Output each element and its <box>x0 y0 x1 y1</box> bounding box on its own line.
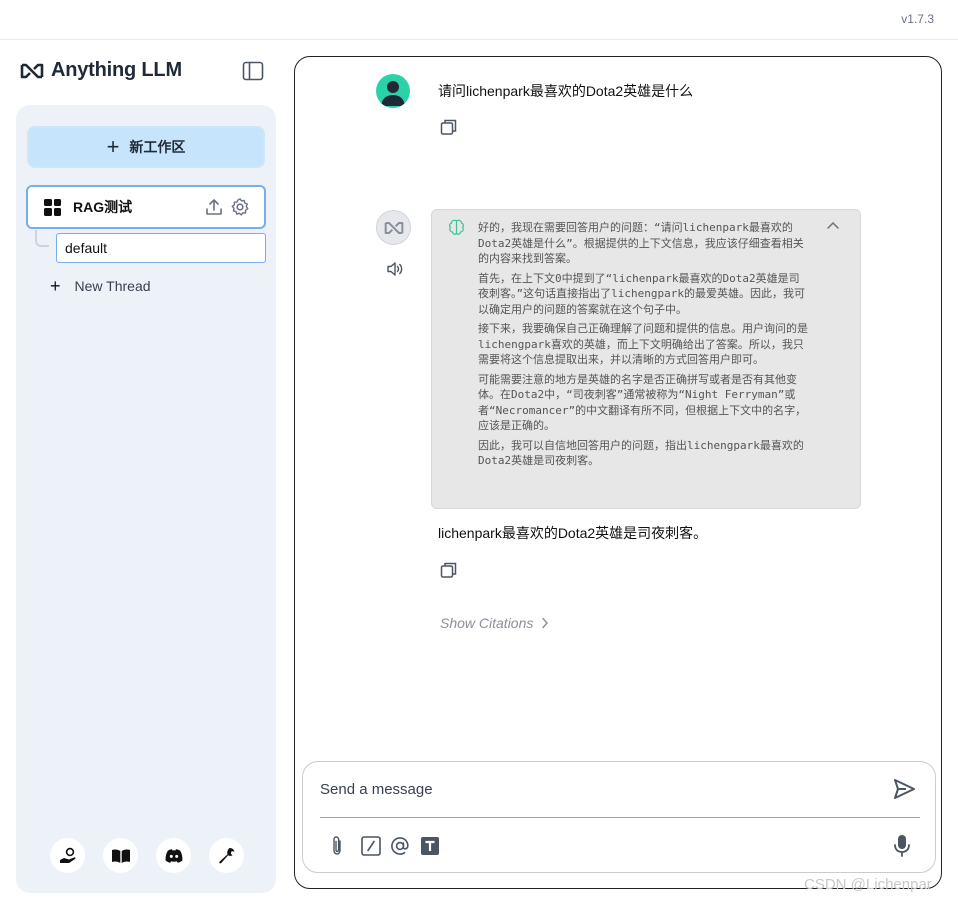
sidebar-footer <box>50 838 244 873</box>
brand-name: Anything LLM <box>51 59 182 81</box>
plus-icon: + <box>106 134 120 159</box>
chat-panel: 请问lichenpark最喜欢的Dota2英雄是什么 好的，我现在需要回答用户的… <box>294 56 942 889</box>
settings-wrench-icon <box>218 847 234 863</box>
docs-button[interactable] <box>103 838 138 873</box>
assistant-avatar <box>376 210 411 245</box>
gear-icon[interactable] <box>230 197 250 217</box>
discord-icon <box>165 848 182 863</box>
version-label: v1.7.3 <box>901 12 934 26</box>
copy-icon[interactable] <box>440 118 458 136</box>
user-avatar-icon <box>381 81 405 106</box>
sidebar: + 新工作区 RAG测试 default + New Thread <box>16 105 276 893</box>
chevron-up-icon[interactable] <box>826 220 840 230</box>
workspace-item[interactable]: RAG测试 <box>26 185 266 229</box>
upload-icon[interactable] <box>204 197 224 217</box>
thought-paragraph: 可能需要注意的地方是英雄的名字是否正确拼写或者是否有其他变体。在Dota2中，“… <box>478 372 807 433</box>
community-hub-icon <box>59 847 75 863</box>
text-size-button[interactable] <box>419 835 441 857</box>
anything-llm-logo-icon <box>20 63 44 78</box>
plus-icon: + <box>50 276 61 296</box>
new-thread-label: New Thread <box>74 278 151 294</box>
thought-paragraph: 好的，我现在需要回答用户的问题：“请问lichenpark最喜欢的Dota2英雄… <box>478 221 804 265</box>
community-hub-button[interactable] <box>50 838 85 873</box>
mention-button[interactable] <box>389 835 411 857</box>
message-input[interactable] <box>320 772 880 806</box>
workspace-name: RAG测试 <box>73 199 133 215</box>
discord-button[interactable] <box>156 838 191 873</box>
attach-icon <box>333 836 341 855</box>
workspace-grid-icon <box>44 198 61 216</box>
settings-button[interactable] <box>209 838 244 873</box>
show-citations-label: Show Citations <box>440 615 534 631</box>
composer-divider <box>320 817 920 818</box>
thought-paragraph: 因此，我可以自信地回答用户的问题，指出lichengpark最喜欢的Dota2英… <box>478 438 804 468</box>
new-workspace-label: 新工作区 <box>129 139 186 155</box>
text-size-icon <box>421 837 439 855</box>
thought-text: 好的，我现在需要回答用户的问题：“请问lichenpark最喜欢的Dota2英雄… <box>478 220 810 473</box>
microphone-icon[interactable] <box>893 834 911 858</box>
anything-llm-logo-icon <box>384 221 403 234</box>
send-icon[interactable] <box>893 778 915 800</box>
new-workspace-button[interactable]: + 新工作区 <box>27 126 265 168</box>
watermark: CSDN @Lichenpar <box>804 876 932 893</box>
user-message: 请问lichenpark最喜欢的Dota2英雄是什么 <box>438 83 694 99</box>
brain-icon <box>449 219 464 235</box>
assistant-answer: lichenpark最喜欢的Dota2英雄是司夜刺客。 <box>438 525 708 541</box>
speaker-icon[interactable] <box>386 261 404 277</box>
attach-button[interactable] <box>326 835 348 857</box>
mention-icon <box>391 837 409 855</box>
thread-connector <box>35 230 49 247</box>
sidebar-toggle-icon[interactable] <box>242 61 264 81</box>
slash-command-icon <box>361 836 381 856</box>
show-citations-button[interactable]: Show Citations <box>440 615 549 631</box>
message-composer <box>302 761 936 873</box>
copy-icon[interactable] <box>440 561 458 579</box>
docs-book-icon <box>111 848 130 863</box>
thread-item-default[interactable]: default <box>56 233 266 263</box>
thought-panel: 好的，我现在需要回答用户的问题：“请问lichenpark最喜欢的Dota2英雄… <box>431 209 861 509</box>
brand-logo: Anything LLM <box>20 59 182 82</box>
new-thread-button[interactable]: + New Thread <box>50 277 151 295</box>
slash-command-button[interactable] <box>360 835 382 857</box>
thought-paragraph: 首先，在上下文0中提到了“lichenpark最喜欢的Dota2英雄是司夜刺客。… <box>478 271 805 316</box>
top-bar: v1.7.3 <box>0 0 958 40</box>
thought-paragraph: 接下来，我要确保自己正确理解了问题和提供的信息。用户询问的是lichengpar… <box>478 322 808 366</box>
user-avatar <box>376 74 410 108</box>
chevron-right-icon <box>542 617 549 629</box>
